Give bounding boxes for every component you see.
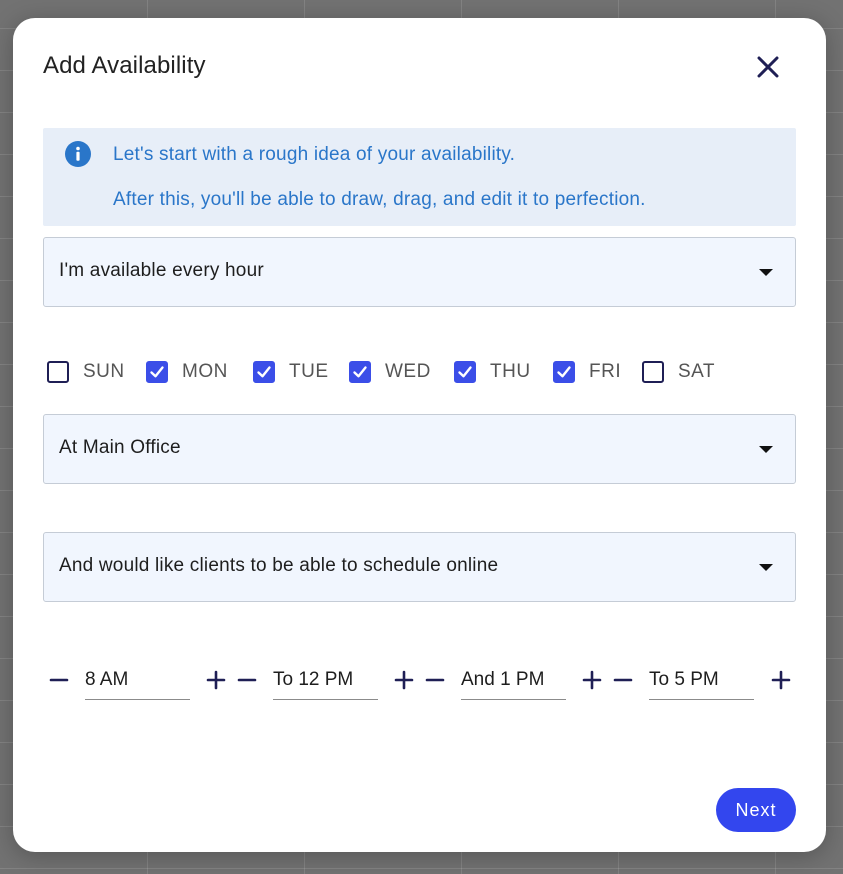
- caret-down-icon: [759, 446, 773, 453]
- second-start-time-value: And 1 PM: [461, 669, 545, 690]
- day-label-thu: THU: [490, 361, 531, 382]
- plus-icon: [582, 670, 602, 690]
- hours-select-value: I'm available every hour: [59, 260, 264, 281]
- location-select-value: At Main Office: [59, 437, 181, 458]
- checkmark-icon: [257, 366, 271, 378]
- booking-select-value: And would like clients to be able to sch…: [59, 555, 499, 576]
- increment-second-end-button[interactable]: [767, 666, 795, 694]
- dialog-title: Add Availability: [43, 52, 206, 79]
- info-text-line-2: After this, you'll be able to draw, drag…: [113, 189, 646, 210]
- checkmark-icon: [458, 366, 472, 378]
- minus-icon: [237, 678, 257, 682]
- start-time-field[interactable]: 8 AM: [85, 666, 190, 700]
- second-end-time-field[interactable]: To 5 PM: [649, 666, 754, 700]
- day-sun[interactable]: SUN: [47, 361, 125, 383]
- checkbox-sun[interactable]: [47, 361, 69, 383]
- day-thu[interactable]: THU: [454, 361, 531, 383]
- decrement-end-button[interactable]: [233, 666, 261, 694]
- increment-end-button[interactable]: [390, 666, 418, 694]
- decrement-second-end-button[interactable]: [609, 666, 637, 694]
- end-time-field[interactable]: To 12 PM: [273, 666, 378, 700]
- increment-second-start-button[interactable]: [578, 666, 606, 694]
- decrement-second-start-button[interactable]: [421, 666, 449, 694]
- decrement-start-button[interactable]: [45, 666, 73, 694]
- close-button[interactable]: [751, 50, 785, 84]
- second-end-time-value: To 5 PM: [649, 669, 719, 690]
- minus-icon: [49, 678, 69, 682]
- hours-select[interactable]: I'm available every hour: [43, 237, 796, 307]
- end-time-value: To 12 PM: [273, 669, 354, 690]
- checkbox-tue[interactable]: [253, 361, 275, 383]
- minus-icon: [425, 678, 445, 682]
- checkbox-mon[interactable]: [146, 361, 168, 383]
- caret-down-icon: [759, 564, 773, 571]
- day-label-wed: WED: [385, 361, 431, 382]
- day-label-sat: SAT: [678, 361, 716, 382]
- day-label-mon: MON: [182, 361, 228, 382]
- caret-down-icon: [759, 269, 773, 276]
- day-label-fri: FRI: [589, 361, 622, 382]
- second-start-time-field[interactable]: And 1 PM: [461, 666, 566, 700]
- day-mon[interactable]: MON: [146, 361, 228, 383]
- plus-icon: [394, 670, 414, 690]
- checkbox-wed[interactable]: [349, 361, 371, 383]
- checkbox-fri[interactable]: [553, 361, 575, 383]
- checkbox-sat[interactable]: [642, 361, 664, 383]
- increment-start-button[interactable]: [202, 666, 230, 694]
- minus-icon: [613, 678, 633, 682]
- time-range-row: 8 AM To 12 PM And 1 PM To 5 PM: [43, 666, 803, 706]
- day-label-sun: SUN: [83, 361, 125, 382]
- plus-icon: [771, 670, 791, 690]
- day-sat[interactable]: SAT: [642, 361, 715, 383]
- add-availability-dialog: Add Availability Let's start with a roug…: [13, 18, 826, 852]
- day-wed[interactable]: WED: [349, 361, 431, 383]
- next-button[interactable]: Next: [716, 788, 796, 832]
- checkmark-icon: [353, 366, 367, 378]
- day-tue[interactable]: TUE: [253, 361, 329, 383]
- day-fri[interactable]: FRI: [553, 361, 621, 383]
- close-icon: [757, 56, 779, 78]
- info-icon: [65, 141, 91, 167]
- checkbox-thu[interactable]: [454, 361, 476, 383]
- start-time-value: 8 AM: [85, 669, 129, 690]
- plus-icon: [206, 670, 226, 690]
- location-select[interactable]: At Main Office: [43, 414, 796, 484]
- info-banner: Let's start with a rough idea of your av…: [43, 128, 796, 226]
- checkmark-icon: [557, 366, 571, 378]
- booking-select[interactable]: And would like clients to be able to sch…: [43, 532, 796, 602]
- day-label-tue: TUE: [289, 361, 329, 382]
- checkmark-icon: [150, 366, 164, 378]
- info-text-line-1: Let's start with a rough idea of your av…: [113, 144, 516, 165]
